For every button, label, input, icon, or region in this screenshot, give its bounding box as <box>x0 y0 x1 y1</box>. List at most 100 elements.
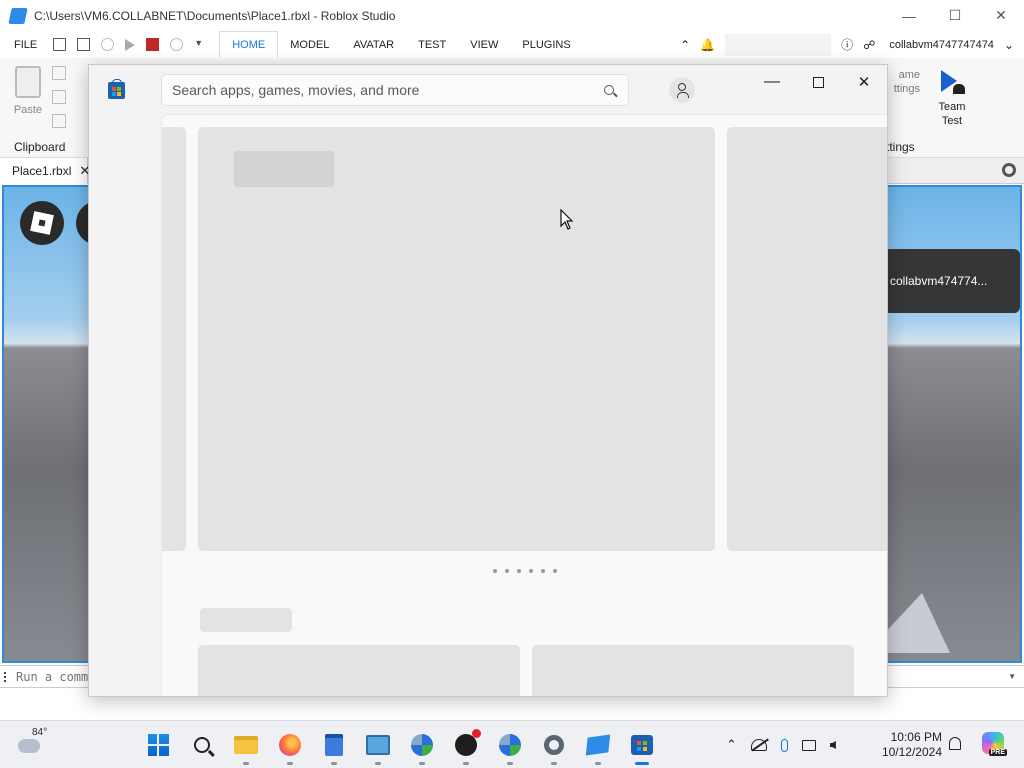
command-input[interactable] <box>16 669 96 684</box>
maximize-button[interactable]: ☐ <box>932 0 978 31</box>
store-minimize-button[interactable]: — <box>749 65 795 99</box>
document-tab-place1[interactable]: Place1.rbxl ✕ <box>0 158 90 184</box>
undo-icon[interactable] <box>170 38 184 51</box>
help-icon[interactable]: ⓘ <box>841 36 853 53</box>
paste-button[interactable]: Paste <box>10 66 46 116</box>
carousel-dot[interactable] <box>505 569 509 573</box>
tab-home[interactable]: HOME <box>219 31 279 58</box>
app-card-placeholder[interactable] <box>198 645 520 696</box>
cut-icon[interactable] <box>52 90 66 104</box>
microsoft-store-icon <box>631 735 653 755</box>
weather-widget[interactable]: 84° <box>18 727 47 753</box>
roblox-studio-icon <box>8 7 28 24</box>
system-tray: ⌃ <box>726 731 836 759</box>
studio-title-bar: C:\Users\VM6.COLLABNET\Documents\Place1.… <box>0 0 1024 31</box>
clipboard-group-label: Clipboard <box>14 140 66 154</box>
customize-toolbar-chevron-icon[interactable]: ▼ <box>194 38 207 51</box>
roblox-logo-icon <box>30 211 54 235</box>
command-history-dropdown-icon[interactable]: ▼ <box>1008 672 1016 681</box>
carousel-dot[interactable] <box>529 569 533 573</box>
roblox-menu-button[interactable] <box>20 201 64 245</box>
store-maximize-button[interactable] <box>795 65 841 99</box>
redo-icon[interactable] <box>101 38 115 51</box>
clock-date: 10/12/2024 <box>881 745 942 759</box>
store-search-box[interactable] <box>161 74 629 106</box>
file-explorer-button[interactable] <box>228 729 264 765</box>
settings-group-label: ttings <box>886 140 915 154</box>
store-close-button[interactable]: ✕ <box>841 65 887 99</box>
settings-button[interactable] <box>536 729 572 765</box>
control-panel-button[interactable] <box>360 729 396 765</box>
collapse-ribbon-icon[interactable]: ⌃ <box>680 38 690 52</box>
play-icon[interactable] <box>125 38 136 51</box>
copy-icon[interactable] <box>52 66 66 80</box>
notepad-button[interactable] <box>316 729 352 765</box>
clipboard-small-tools <box>52 66 66 128</box>
firefox-button[interactable] <box>272 729 308 765</box>
new-file-icon[interactable] <box>53 38 67 51</box>
no-network-icon[interactable] <box>750 739 767 751</box>
hero-card-placeholder[interactable] <box>198 127 715 551</box>
weather-cloud-icon <box>18 732 40 753</box>
account-button[interactable] <box>669 77 695 103</box>
copilot-button[interactable]: PRE <box>982 732 1007 756</box>
tab-test[interactable]: TEST <box>406 31 458 58</box>
volume-icon[interactable] <box>829 741 836 749</box>
display-icon[interactable] <box>801 739 816 751</box>
tab-view[interactable]: VIEW <box>458 31 510 58</box>
team-test-label: Team Test <box>938 101 966 127</box>
carousel-dot[interactable] <box>541 569 545 573</box>
tab-plugins[interactable]: PLUGINS <box>510 31 582 58</box>
viewport-settings-gear-icon[interactable] <box>1002 163 1016 177</box>
team-test-button[interactable]: Team Test <box>934 68 970 128</box>
notepad-icon <box>325 734 343 756</box>
username-label[interactable]: collabvm4747747474 <box>889 39 994 51</box>
menu-right-tools: ⌃ 🔔 ⓘ ☍ collabvm4747747474 ⌄ <box>680 31 1024 58</box>
account-icon <box>678 83 686 91</box>
start-button[interactable] <box>140 729 176 761</box>
network-app-button[interactable] <box>404 729 440 765</box>
share-icon[interactable]: ☍ <box>863 38 875 52</box>
studio-window-controls: — ☐ ✕ <box>886 0 1024 31</box>
window-title: C:\Users\VM6.COLLABNET\Documents\Place1.… <box>34 8 396 23</box>
carousel-prev-card-placeholder[interactable] <box>162 127 186 551</box>
user-menu-chevron-icon[interactable]: ⌄ <box>1004 38 1014 52</box>
command-bar-grip[interactable] <box>4 671 6 682</box>
tab-model[interactable]: MODEL <box>278 31 341 58</box>
store-window-controls: — ✕ <box>749 65 887 99</box>
taskbar-search-button[interactable] <box>184 729 220 761</box>
taskbar-clock[interactable]: 10:06 PM 10/12/2024 <box>872 730 942 760</box>
carousel-dot[interactable] <box>553 569 557 573</box>
store-search-input[interactable] <box>172 82 604 98</box>
control-panel-icon <box>366 735 390 755</box>
notifications-icon[interactable]: 🔔 <box>700 38 715 52</box>
app-card-placeholder[interactable] <box>532 645 854 696</box>
notification-bell-icon[interactable] <box>949 737 961 750</box>
search-icon[interactable] <box>604 85 614 95</box>
ribbon-tabs: HOME MODEL AVATAR TEST VIEW PLUGINS <box>219 31 582 58</box>
stop-icon[interactable] <box>146 38 160 51</box>
microphone-icon[interactable] <box>780 738 788 752</box>
minimize-button[interactable]: — <box>886 0 932 31</box>
studio-search-box[interactable] <box>725 33 832 56</box>
team-test-icon <box>939 68 965 94</box>
show-hidden-icons-chevron-icon[interactable]: ⌃ <box>726 737 737 753</box>
store-content-loading <box>161 114 887 696</box>
close-button[interactable]: ✕ <box>978 0 1024 31</box>
network-app-2-button[interactable] <box>492 729 528 765</box>
paste-label: Paste <box>13 104 43 116</box>
section-heading-placeholder <box>200 608 292 632</box>
studio-menu-bar: FILE ▼ HOME MODEL AVATAR TEST VIEW PLUGI… <box>0 31 1024 58</box>
player-list-entry[interactable]: collabvm474774... <box>884 249 1020 313</box>
roblox-studio-taskbar-button[interactable] <box>580 729 616 765</box>
publish-icon[interactable] <box>77 38 91 51</box>
carousel-next-card-placeholder[interactable] <box>727 127 887 551</box>
carousel-dot[interactable] <box>517 569 521 573</box>
tab-avatar[interactable]: AVATAR <box>341 31 406 58</box>
carousel-dot[interactable] <box>493 569 497 573</box>
microsoft-store-taskbar-button[interactable] <box>624 729 660 765</box>
file-menu[interactable]: FILE <box>14 39 37 51</box>
obs-button[interactable] <box>448 729 484 765</box>
duplicate-icon[interactable] <box>52 114 66 128</box>
microsoft-store-icon <box>108 79 125 99</box>
